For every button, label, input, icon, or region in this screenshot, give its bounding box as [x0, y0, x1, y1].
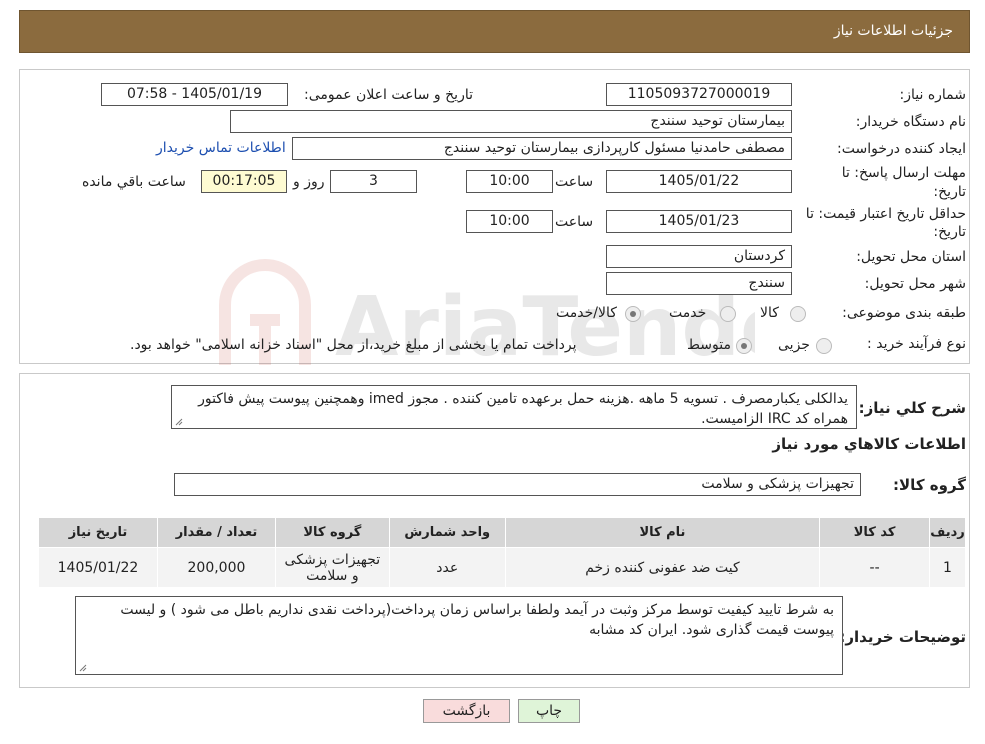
city-label: شهر محل تحویل: — [864, 276, 966, 292]
col-unit-header: واحد شمارش — [388, 517, 506, 548]
province-label: استان محل تحویل: — [856, 249, 966, 265]
goods-group-label: گروه کالا: — [893, 476, 966, 494]
category-service-label: خدمت — [669, 305, 707, 321]
cell-qty: 200,000 — [157, 547, 276, 588]
description-text: یدالکلی یکبارمصرف . تسویه 5 ماهه .هزینه … — [198, 391, 848, 427]
buyer-contact-link[interactable]: اطلاعات تماس خریدار — [156, 140, 286, 156]
page-header: جزئیات اطلاعات نیاز — [19, 10, 970, 53]
deadline-label: مهلت ارسال پاسخ: تا — [841, 165, 966, 181]
process-medium-radio[interactable] — [736, 338, 752, 354]
resize-handle-icon[interactable] — [79, 664, 87, 672]
requester-label: ایجاد کننده درخواست: — [837, 141, 966, 157]
province-field: کردستان — [606, 245, 792, 268]
category-goods-label: کالا — [760, 305, 779, 321]
validity-label: حداقل تاریخ اعتبار قیمت: تا — [805, 206, 966, 222]
description-textarea[interactable]: یدالکلی یکبارمصرف . تسویه 5 ماهه .هزینه … — [171, 385, 857, 429]
category-service-radio[interactable] — [720, 306, 736, 322]
cell-unit: عدد — [388, 547, 506, 588]
print-button[interactable]: چاپ — [518, 699, 580, 723]
category-goods-service-label: کالا/خدمت — [556, 305, 617, 321]
col-group-header: گروه کالا — [274, 517, 390, 548]
deadline-label-date: تاریخ: — [933, 184, 966, 200]
back-button[interactable]: بازگشت — [423, 699, 510, 723]
page-title: جزئیات اطلاعات نیاز — [833, 23, 953, 39]
cell-name: کیت ضد عفونی کننده زخم — [504, 547, 821, 588]
buyer-org-label: نام دستگاه خریدار: — [855, 114, 966, 130]
cell-row: 1 — [929, 547, 966, 588]
cell-code: -- — [819, 547, 931, 588]
category-goods-radio[interactable] — [790, 306, 806, 322]
col-name-header: نام کالا — [504, 517, 821, 548]
process-partial-radio[interactable] — [816, 338, 832, 354]
validity-label-date: تاریخ: — [933, 224, 966, 240]
buyer-notes-textarea[interactable]: به شرط تایید کیفیت توسط مرکز وثبت در آیم… — [75, 596, 843, 675]
process-partial-label: جزیی — [778, 337, 810, 353]
cell-date: 1405/01/22 — [38, 547, 158, 588]
deadline-date-field: 1405/01/22 — [606, 170, 792, 193]
process-note: پرداخت تمام یا بخشی از مبلغ خرید،از محل … — [130, 337, 577, 353]
description-label: شرح کلي نياز: — [858, 399, 966, 417]
table-header-row: ردیف کد کالا نام کالا واحد شمارش گروه کا… — [38, 517, 966, 548]
validity-date-field: 1405/01/23 — [606, 210, 792, 233]
process-medium-label: متوسط — [687, 337, 731, 353]
col-date-header: تاریخ نیاز — [38, 517, 158, 548]
cell-group: تجهیزات پزشکی و سلامت — [274, 547, 390, 588]
deadline-time-field: 10:00 — [466, 170, 553, 193]
buyer-notes-label: توضیحات خریدار: — [839, 628, 966, 646]
remaining-time-label: ساعت باقي مانده — [82, 174, 186, 190]
remaining-time-field: 00:17:05 — [201, 170, 287, 193]
process-label: نوع فرآیند خرید : — [867, 336, 966, 352]
days-label: روز و — [293, 174, 325, 190]
col-row-header: ردیف — [929, 517, 966, 548]
need-number-label: شماره نیاز: — [899, 87, 967, 103]
goods-group-field: تجهیزات پزشکی و سلامت — [174, 473, 861, 496]
goods-section-title: اطلاعات کالاهاي مورد نياز — [772, 435, 966, 453]
resize-handle-icon[interactable] — [175, 418, 183, 426]
validity-time-label: ساعت — [555, 214, 594, 230]
deadline-time-label: ساعت — [555, 174, 594, 190]
buyer-notes-text: به شرط تایید کیفیت توسط مرکز وثبت در آیم… — [120, 602, 834, 638]
city-field: سنندج — [606, 272, 792, 295]
need-number-field: 1105093727000019 — [606, 83, 792, 106]
items-table: ردیف کد کالا نام کالا واحد شمارش گروه کا… — [38, 517, 966, 588]
requester-field: مصطفی حامدنیا مسئول کارپردازی بیمارستان … — [292, 137, 792, 160]
table-row: 1 -- کیت ضد عفونی کننده زخم عدد تجهیزات … — [38, 547, 966, 588]
category-goods-service-radio[interactable] — [625, 306, 641, 322]
col-qty-header: تعداد / مقدار — [157, 517, 276, 548]
days-field: 3 — [330, 170, 417, 193]
buyer-org-field: بیمارستان توحید سنندج — [230, 110, 792, 133]
validity-time-field: 10:00 — [466, 210, 553, 233]
category-label: طبقه بندی موضوعی: — [842, 305, 966, 321]
col-code-header: کد کالا — [819, 517, 931, 548]
announce-label: تاریخ و ساعت اعلان عمومی: — [304, 87, 473, 103]
announce-datetime-field: 1405/01/19 - 07:58 — [101, 83, 288, 106]
